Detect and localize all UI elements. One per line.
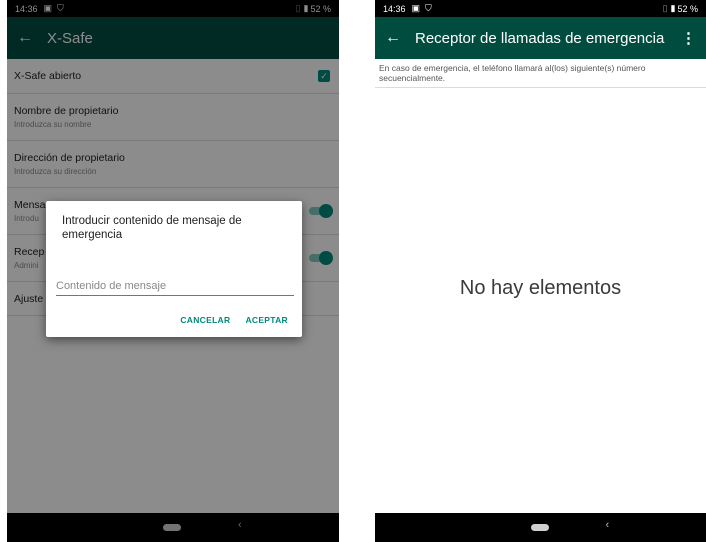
image-notification-icon: ▣ bbox=[411, 3, 421, 13]
navigation-bar: ‹ bbox=[375, 513, 706, 542]
dialog-actions: CANCELAR ACEPTAR bbox=[165, 315, 288, 325]
status-bar: 14:36 ▣ ⛉ ▯ ▮ 52 % bbox=[375, 0, 706, 17]
empty-state-label: No hay elementos bbox=[459, 277, 622, 299]
left-screen: 14:36 ▣ ⛉ ▯ ▮ 52 % ← X-Safe X-Safe abier… bbox=[7, 0, 339, 542]
receiver-description: En caso de emergencia, el teléfono llama… bbox=[375, 59, 706, 88]
back-arrow-icon[interactable]: ← bbox=[385, 29, 415, 47]
home-pill-icon[interactable] bbox=[530, 524, 549, 531]
page-title: Receptor de llamadas de emergencia bbox=[415, 29, 665, 47]
cancel-button[interactable]: CANCELAR bbox=[180, 315, 230, 325]
nav-back-icon[interactable]: ‹ bbox=[606, 519, 610, 531]
more-options-icon[interactable]: ⋮ bbox=[681, 29, 696, 47]
message-content-input[interactable] bbox=[56, 278, 294, 296]
message-dialog: Introducir contenido de mensaje de emerg… bbox=[46, 201, 302, 337]
battery-level: 52 % bbox=[677, 3, 698, 14]
no-sim-icon: ▯ bbox=[662, 3, 668, 13]
status-time: 14:36 bbox=[383, 3, 406, 14]
right-screen: 14:36 ▣ ⛉ ▯ ▮ 52 % ← Receptor de llamada… bbox=[375, 0, 706, 542]
app-bar: ← Receptor de llamadas de emergencia ⋮ bbox=[375, 17, 706, 59]
shield-icon: ⛉ bbox=[425, 3, 432, 13]
dialog-title: Introducir contenido de mensaje de emerg… bbox=[62, 215, 242, 241]
battery-icon: ▮ bbox=[670, 3, 676, 13]
accept-button[interactable]: ACEPTAR bbox=[245, 315, 288, 325]
